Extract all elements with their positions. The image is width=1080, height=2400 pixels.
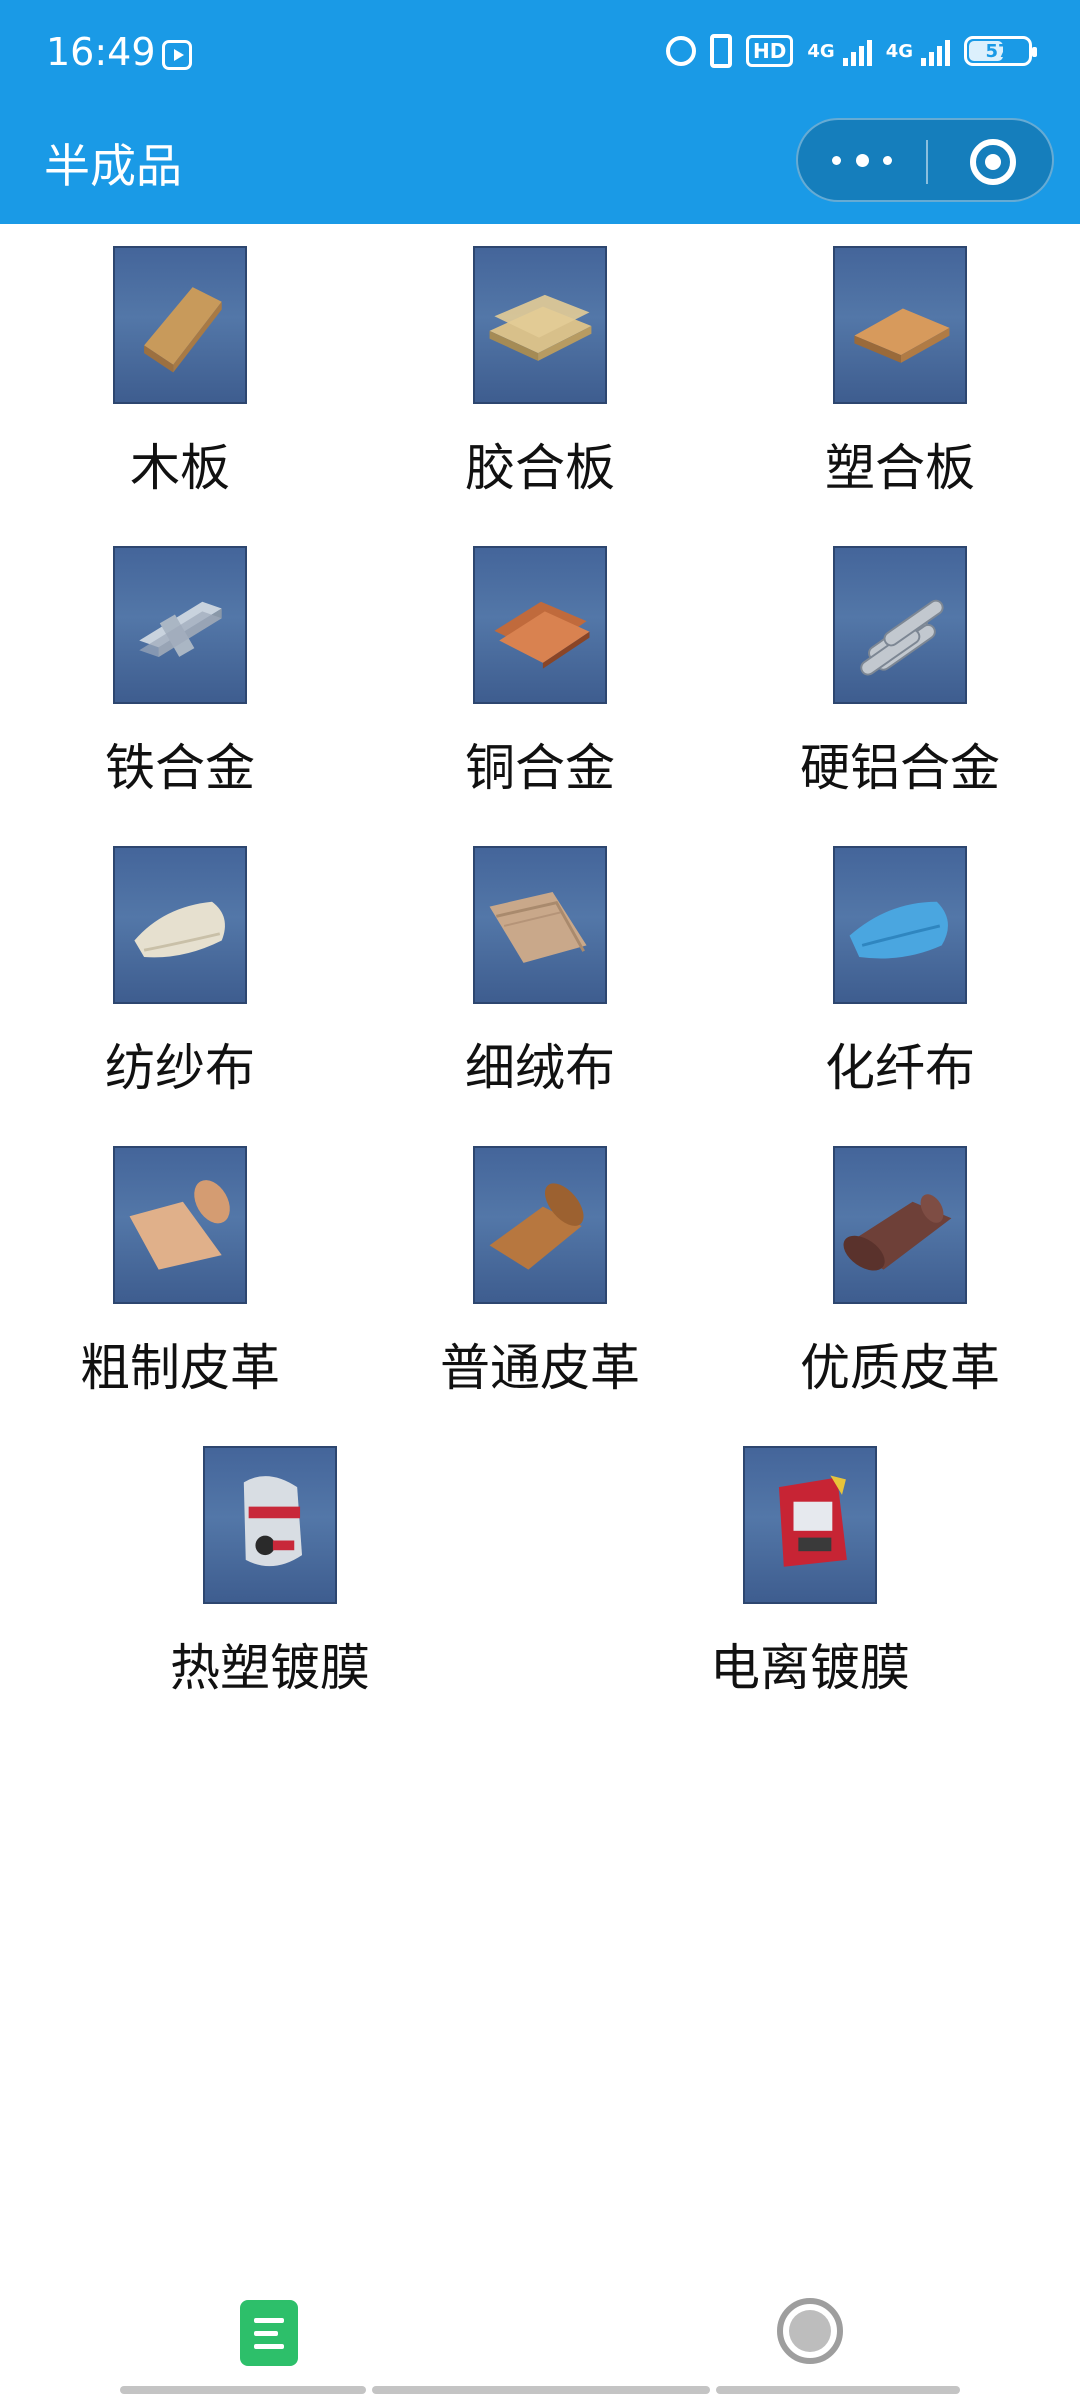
grid-item[interactable]: 普通皮革 — [390, 1146, 690, 1400]
close-target-icon[interactable] — [970, 139, 1016, 185]
grid-item[interactable]: 热塑镀膜 — [120, 1446, 420, 1700]
grid-item[interactable]: 塑合板 — [750, 246, 1050, 500]
quality-leather-icon — [833, 1146, 967, 1304]
item-label: 化纤布 — [825, 1039, 975, 1097]
bottom-nav — [0, 2280, 1080, 2400]
battery-level: 57 — [985, 40, 1011, 62]
item-label: 细绒布 — [465, 1039, 615, 1097]
alarm-icon — [666, 36, 697, 66]
more-options-icon[interactable] — [832, 150, 892, 170]
synthetic-fiber-cloth-icon — [833, 846, 967, 1004]
copper-alloy-icon — [473, 546, 607, 704]
grid-item[interactable]: 硬铝合金 — [750, 546, 1050, 800]
home-circle-icon[interactable] — [777, 2298, 843, 2364]
hd-badge: HD — [746, 35, 794, 67]
item-label: 胶合板 — [465, 439, 615, 497]
fine-flannel-icon — [473, 846, 607, 1004]
duralumin-icon — [833, 546, 967, 704]
vibrate-icon — [710, 34, 733, 68]
item-label: 铜合金 — [465, 739, 615, 797]
iron-alloy-icon — [113, 546, 247, 704]
thermoplastic-coating-icon — [203, 1446, 337, 1604]
battery-icon: 57 — [964, 36, 1037, 66]
network-label-2: 4G — [885, 40, 913, 62]
grid-item[interactable]: 化纤布 — [750, 846, 1050, 1100]
item-label: 硬铝合金 — [800, 739, 1000, 797]
item-label: 塑合板 — [825, 439, 975, 497]
media-play-icon — [162, 40, 192, 70]
ionized-coating-icon — [743, 1446, 877, 1604]
signal-icon — [842, 36, 872, 66]
grid-item[interactable]: 优质皮革 — [750, 1146, 1050, 1400]
page-title: 半成品 — [44, 139, 182, 193]
nav-underline-2 — [372, 2386, 710, 2394]
grid-item[interactable]: 木板 — [30, 246, 330, 500]
top-bar: 16:49 HD 4G 4G 57 半成品 — [0, 0, 1080, 224]
grid-item[interactable]: 纺纱布 — [30, 846, 330, 1100]
grid-item[interactable]: 胶合板 — [390, 246, 690, 500]
item-label: 优质皮革 — [800, 1339, 1000, 1397]
grid-item[interactable]: 细绒布 — [390, 846, 690, 1100]
item-label: 纺纱布 — [105, 1039, 255, 1097]
plastic-board-icon — [833, 246, 967, 404]
document-list-icon[interactable] — [240, 2300, 298, 2366]
item-label: 普通皮革 — [440, 1339, 640, 1397]
plywood-icon — [473, 246, 607, 404]
network-label-1: 4G — [807, 40, 835, 62]
nav-underline-1 — [120, 2386, 366, 2394]
rough-leather-icon — [113, 1146, 247, 1304]
grid-item[interactable]: 铜合金 — [390, 546, 690, 800]
item-label: 热塑镀膜 — [170, 1639, 370, 1697]
item-label: 电离镀膜 — [710, 1639, 910, 1697]
nav-underline-3 — [716, 2386, 960, 2394]
capsule-divider — [926, 140, 928, 184]
spun-cloth-icon — [113, 846, 247, 1004]
grid-item[interactable]: 铁合金 — [30, 546, 330, 800]
item-label: 铁合金 — [105, 739, 255, 797]
mini-program-capsule — [796, 118, 1054, 202]
item-label: 木板 — [130, 439, 230, 497]
grid-item[interactable]: 粗制皮革 — [30, 1146, 330, 1400]
wood-plank-icon — [113, 246, 247, 404]
status-icons: HD 4G 4G 57 — [666, 34, 1037, 68]
item-label: 粗制皮革 — [80, 1339, 280, 1397]
common-leather-icon — [473, 1146, 607, 1304]
status-time: 16:49 — [46, 30, 156, 74]
signal-icon-2 — [921, 36, 950, 66]
grid-item[interactable]: 电离镀膜 — [660, 1446, 960, 1700]
